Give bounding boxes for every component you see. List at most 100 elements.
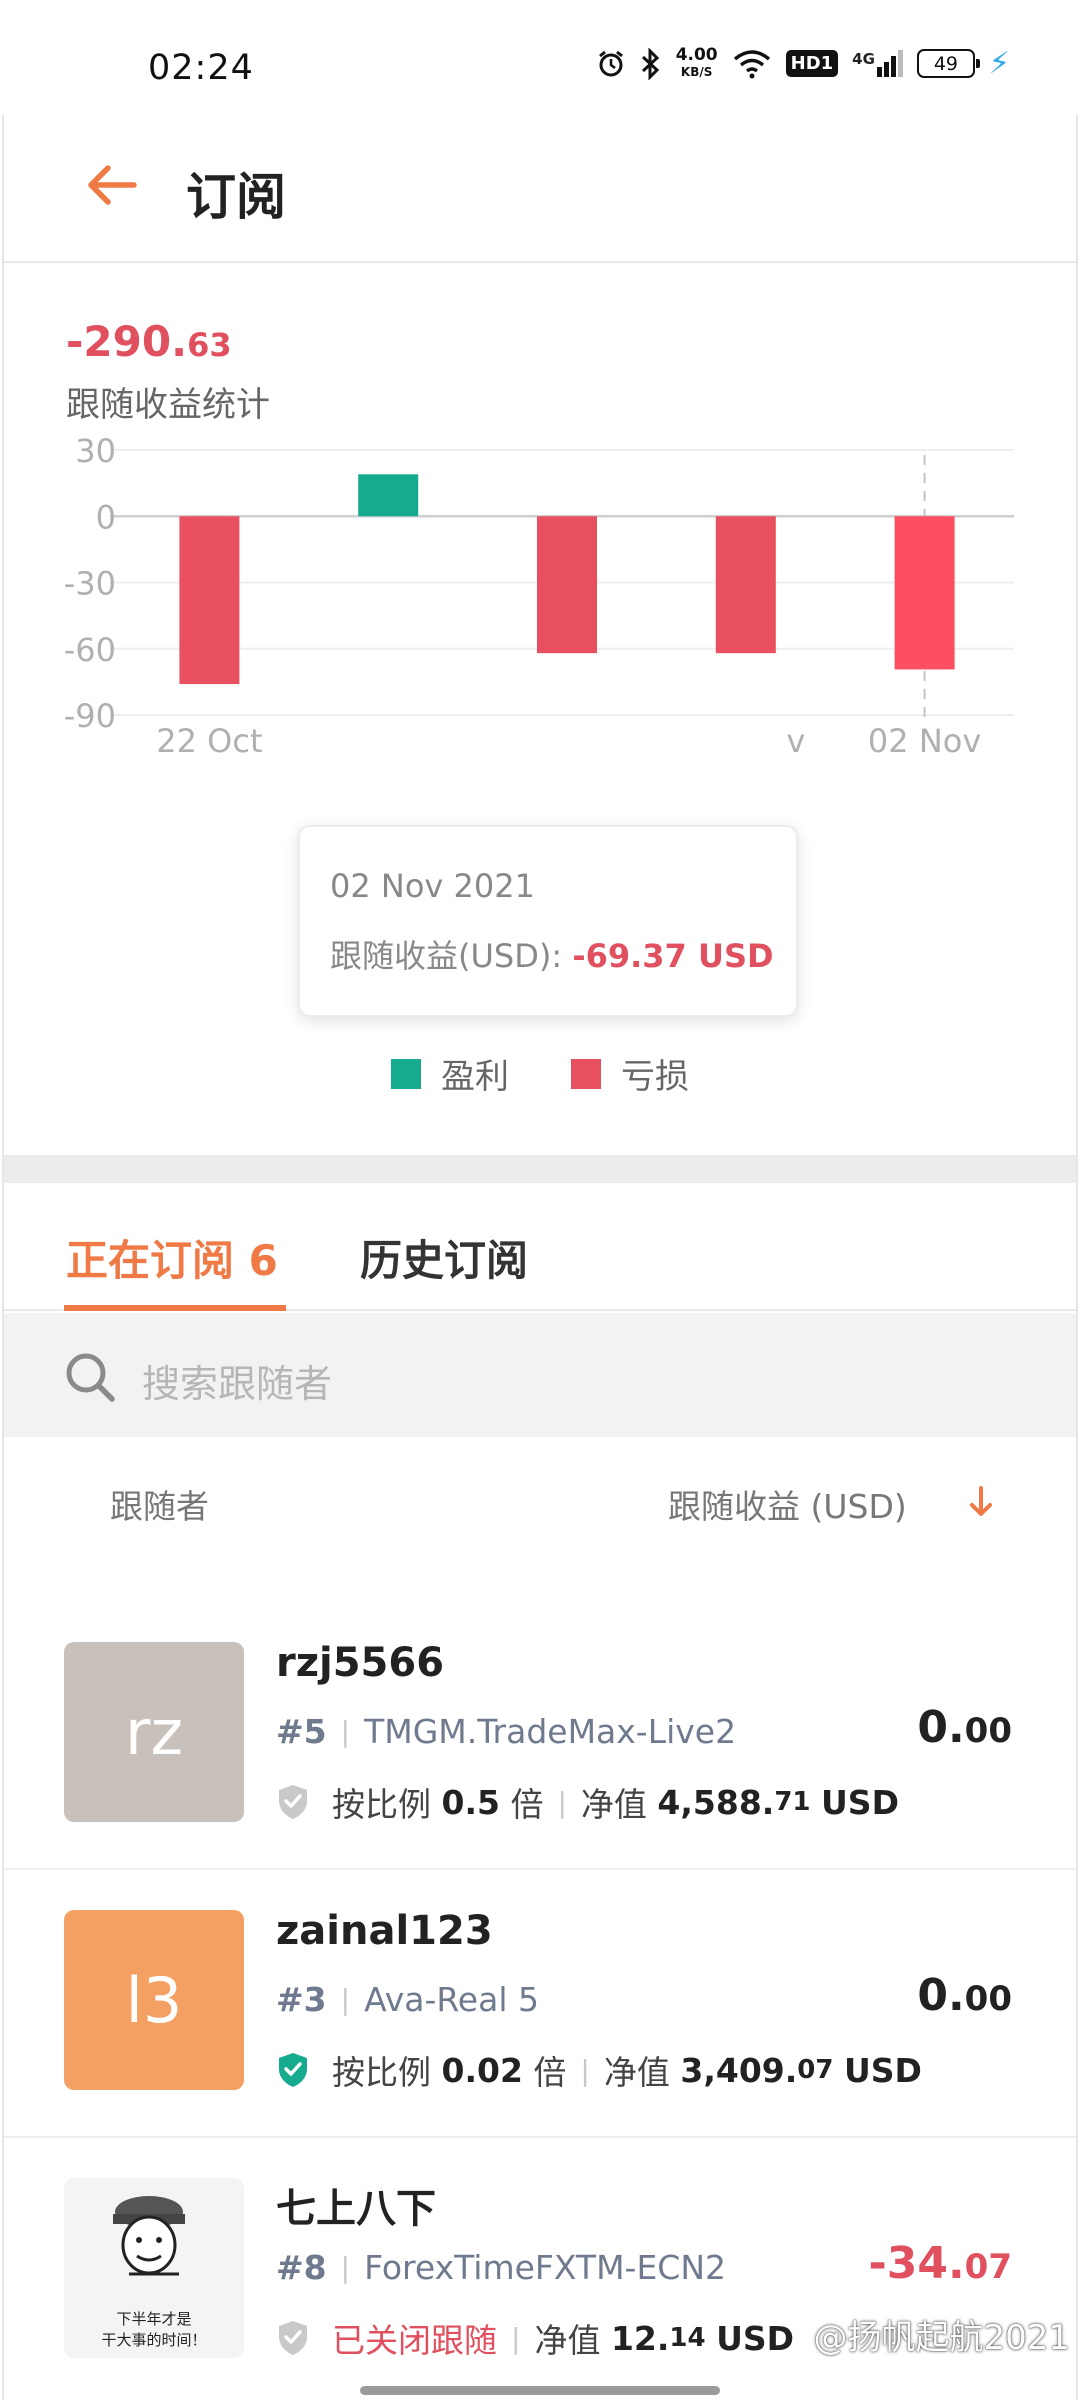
follower-profit: 0.00 [917,1970,1012,2021]
wifi-icon [733,49,770,78]
tooltip-value: -69.37 USD [572,937,774,975]
subscription-screen: 订阅 -290.63 跟随收益统计 30 0 -30 -60 -90 22 Oct v 02 … [2,115,1078,2400]
status-time: 02:24 [148,48,254,88]
avatar: 下半年才是 干大事的时间！ [64,2178,244,2358]
chart-bar [537,516,597,654]
avatar-caption-1: 下半年才是 [116,2310,192,2328]
search-bar[interactable]: 搜索跟随者 [4,1313,1076,1437]
avatar-caption-2: 干大事的时间！ [101,2331,207,2349]
tooltip-date: 02 Nov 2021 [330,867,535,905]
column-header-follower: 跟随者 [110,1487,209,1526]
tab-history-subscriptions[interactable]: 历史订阅 [360,1227,528,1288]
tab-current-subscriptions[interactable]: 正在订阅 6 [66,1227,278,1288]
follower-name: zainal123 [276,1908,493,1954]
ratio-value: 0.5 [441,1782,500,1822]
follower-account: #3 | Ava-Real 5 [276,1980,539,2019]
chart-legend: 盈利 亏损 [4,1049,1076,1098]
column-header-profit[interactable]: 跟随收益 (USD) [668,1480,907,1528]
follower-info: 已关闭跟随 | 净值 12. 14 USD [276,2314,794,2362]
equity-dec: 71 [774,1787,811,1817]
y-tick-label: -60 [64,631,116,669]
equity-dec: 07 [797,2055,834,2085]
section-divider [4,1155,1076,1183]
top-app-bar: 订阅 [4,115,1076,263]
charging-icon: ⚡ [988,46,1010,81]
separator: | [340,2251,351,2284]
search-icon [66,1353,115,1402]
sort-desc-icon[interactable] [966,1482,996,1522]
ratio-unit: 倍 [510,1785,544,1824]
chart-bar [715,516,776,654]
legend-item-profit[interactable]: 盈利 [391,1049,509,1098]
equity-unit: USD [843,2050,922,2090]
follower-server: TMGM.TradeMax-Live2 [364,1712,737,1751]
chart-bar [358,474,419,517]
avatar: l3 [64,1910,244,2090]
watermark: @扬帆起航2021 [813,2318,1070,2358]
equity-int: 4,588. [657,1782,775,1822]
follower-row[interactable]: rz rzj5566 #5 | TMGM.TradeMax-Live2 按比例 … [4,1602,1076,1870]
follower-name: 七上八下 [276,2186,436,2232]
search-input[interactable]: 搜索跟随者 [142,1353,332,1408]
legend-item-loss[interactable]: 亏损 [571,1049,689,1098]
shield-check-icon [279,2321,307,2355]
ratio-value: 0.02 [441,2050,523,2090]
legend-label-loss: 亏损 [621,1057,689,1097]
y-tick-label: -30 [64,565,116,603]
status-icons: 4.00 KB/S HD1 4G 49 ⚡ [596,46,1010,81]
separator: | [557,1785,567,1819]
separator: | [340,1983,351,2016]
y-tick-label: 0 [96,498,116,536]
ratio-label: 按比例 [332,1785,431,1824]
equity-dec: 14 [669,2323,706,2353]
y-tick-label: -90 [64,697,116,735]
follower-profit: -34.07 [868,2238,1012,2289]
separator: | [511,2321,521,2355]
follower-row[interactable]: 下半年才是 干大事的时间！ 七上八下 #8 | ForexTimeFXTM-EC… [4,2138,1076,2400]
equity-unit: USD [821,1782,899,1822]
equity-label: 净值 [534,2321,601,2360]
page-title: 订阅 [186,168,286,226]
chart-svg: 30 0 -30 -60 -90 22 Oct v 02 Nov [64,432,1014,760]
back-arrow-icon[interactable] [82,155,142,215]
home-indicator[interactable] [360,2386,720,2395]
follower-profit: 0.00 [917,1702,1012,1753]
follower-server: Ava-Real 5 [364,1980,539,2019]
equity-label: 净值 [580,1785,647,1824]
network-speed: 4.00 KB/S [675,44,718,79]
shield-check-icon [279,1785,307,1819]
follower-account: #5 | TMGM.TradeMax-Live2 [276,1712,736,1751]
y-tick-label: 30 [75,432,116,470]
follow-closed-status: 已关闭跟随 [332,2321,497,2360]
equity-unit: USD [716,2318,795,2358]
separator: | [340,1715,351,1748]
alarm-icon [598,50,623,76]
follower-account: #8 | ForexTimeFXTM-ECN2 [276,2248,726,2287]
follower-info: 按比例 0.02 倍 | 净值 3,409. 07 USD [276,2046,922,2094]
follower-rank: #5 [276,1712,327,1751]
tooltip-label: 跟随收益(USD): [330,937,573,975]
legend-swatch-profit [391,1058,421,1089]
chart-tooltip: 02 Nov 2021 跟随收益(USD): -69.37 USD [298,825,798,1017]
separator: | [580,2053,590,2087]
x-tick-label: 02 Nov [868,722,981,760]
chart-bar [894,516,955,670]
battery-icon: 49 [916,49,980,78]
shield-check-icon [279,2053,307,2087]
equity-label: 净值 [603,2053,670,2092]
follower-info: 按比例 0.5 倍 | 净值 4,588. 71 USD [276,1778,899,1826]
follower-rank: #3 [276,1980,327,2019]
bluetooth-icon [641,47,659,80]
chart-bar [179,516,240,685]
total-follow-profit: -290.63 [66,317,232,366]
x-tick-label: v [786,722,805,760]
x-tick-label: 22 Oct [156,722,262,760]
status-bar: 02:24 4.00 KB/S HD1 4G 49 ⚡ [0,0,1080,115]
follower-rank: #8 [276,2248,327,2287]
equity-int: 3,409. [680,2050,798,2090]
profit-bar-chart[interactable]: 30 0 -30 -60 -90 22 Oct v 02 Nov [4,415,1080,875]
follower-row[interactable]: l3 zainal123 #3 | Ava-Real 5 按比例 0.02 倍 … [4,1870,1076,2138]
meme-face-icon [113,2196,185,2276]
hd-icon: HD1 [785,50,839,77]
tooltip-row: 跟随收益(USD): -69.37 USD [330,931,774,977]
